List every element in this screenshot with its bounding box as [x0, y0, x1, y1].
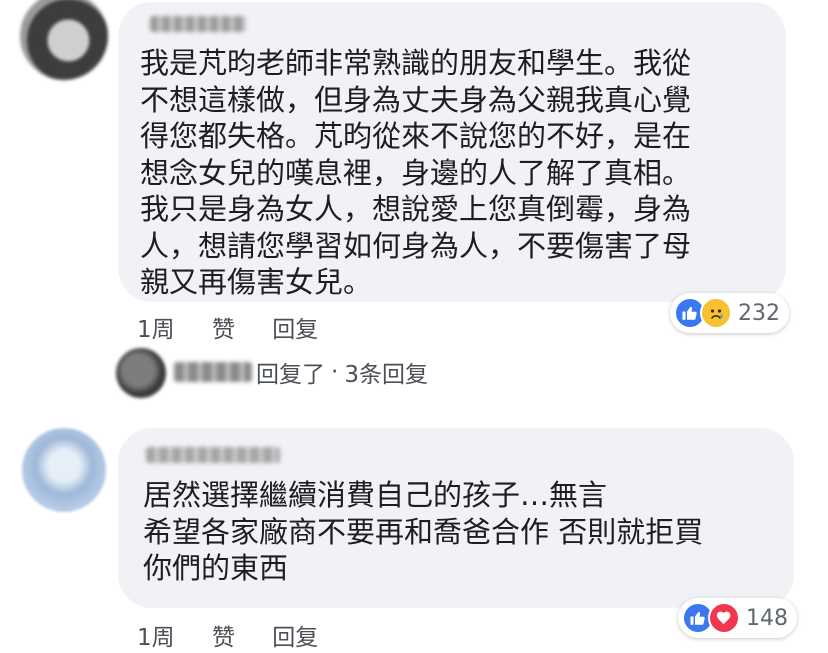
comment-1-line: 想念女兒的嘆息裡，身邊的人了解了真相。 — [140, 155, 692, 190]
like-button[interactable]: 赞 — [212, 618, 235, 652]
comment-text-2: 居然選擇繼續消費自己的孩子…無言 希望各家廠商不要再和喬爸合作 否則就拒買 你們… — [143, 477, 703, 587]
reply-button[interactable]: 回复 — [272, 618, 318, 652]
comment-2-line: 希望各家廠商不要再和喬爸合作 否則就拒買 — [143, 514, 704, 549]
comment-timestamp[interactable]: 1周 — [137, 618, 175, 652]
replied-text: 回复了 — [256, 362, 325, 388]
comment-1-line: 我只是身為女人，想說愛上您真倒霉，身為 — [140, 192, 692, 226]
separator-dot: · — [331, 359, 339, 385]
reaction-count: 232 — [738, 300, 780, 326]
replies-summary[interactable]: 回复了 · 3条回复 — [174, 355, 428, 389]
reply-button[interactable]: 回复 — [272, 310, 318, 344]
comment-2-line: 你們的東西 — [143, 551, 289, 585]
love-icon — [708, 602, 740, 634]
replier-name-blurred — [174, 362, 252, 382]
reply-count: 3条回复 — [344, 362, 428, 388]
comment-actions-1: 1周 赞 回复 — [137, 310, 348, 344]
reply-avatar[interactable] — [116, 348, 166, 398]
comment-1-line: 不想這樣做，但身為丈夫身為父親我真心覺 — [140, 82, 692, 117]
comment-timestamp[interactable]: 1周 — [137, 310, 175, 344]
sad-icon — [700, 297, 732, 329]
reactions-summary-1[interactable]: 232 — [670, 293, 789, 333]
comment-text-1: 我是芃昀老師非常熟識的朋友和學生。我從 不想這樣做，但身為丈夫身為父親我真心覺 … — [140, 45, 691, 301]
commenter-avatar-2[interactable] — [22, 428, 106, 512]
comment-2-line: 居然選擇繼續消費自己的孩子…無言 — [143, 478, 608, 512]
reaction-count: 148 — [746, 605, 788, 631]
like-button[interactable]: 赞 — [212, 310, 235, 344]
commenter-avatar-1[interactable] — [20, 0, 108, 80]
comment-1-line: 人，想請您學習如何身為人，不要傷害了母 — [140, 228, 692, 263]
commenter-name-1-blurred[interactable] — [150, 16, 246, 32]
commenter-name-2-blurred[interactable] — [146, 447, 280, 463]
reactions-summary-2[interactable]: 148 — [678, 598, 797, 638]
comment-1-line: 我是芃昀老師非常熟識的朋友和學生。我從 — [140, 46, 692, 80]
comment-1-line: 得您都失格。芃昀從來不說您的不好，是在 — [140, 119, 692, 153]
comment-actions-2: 1周 赞 回复 — [137, 618, 348, 652]
comment-1-line: 親又再傷害女兒。 — [140, 265, 373, 299]
